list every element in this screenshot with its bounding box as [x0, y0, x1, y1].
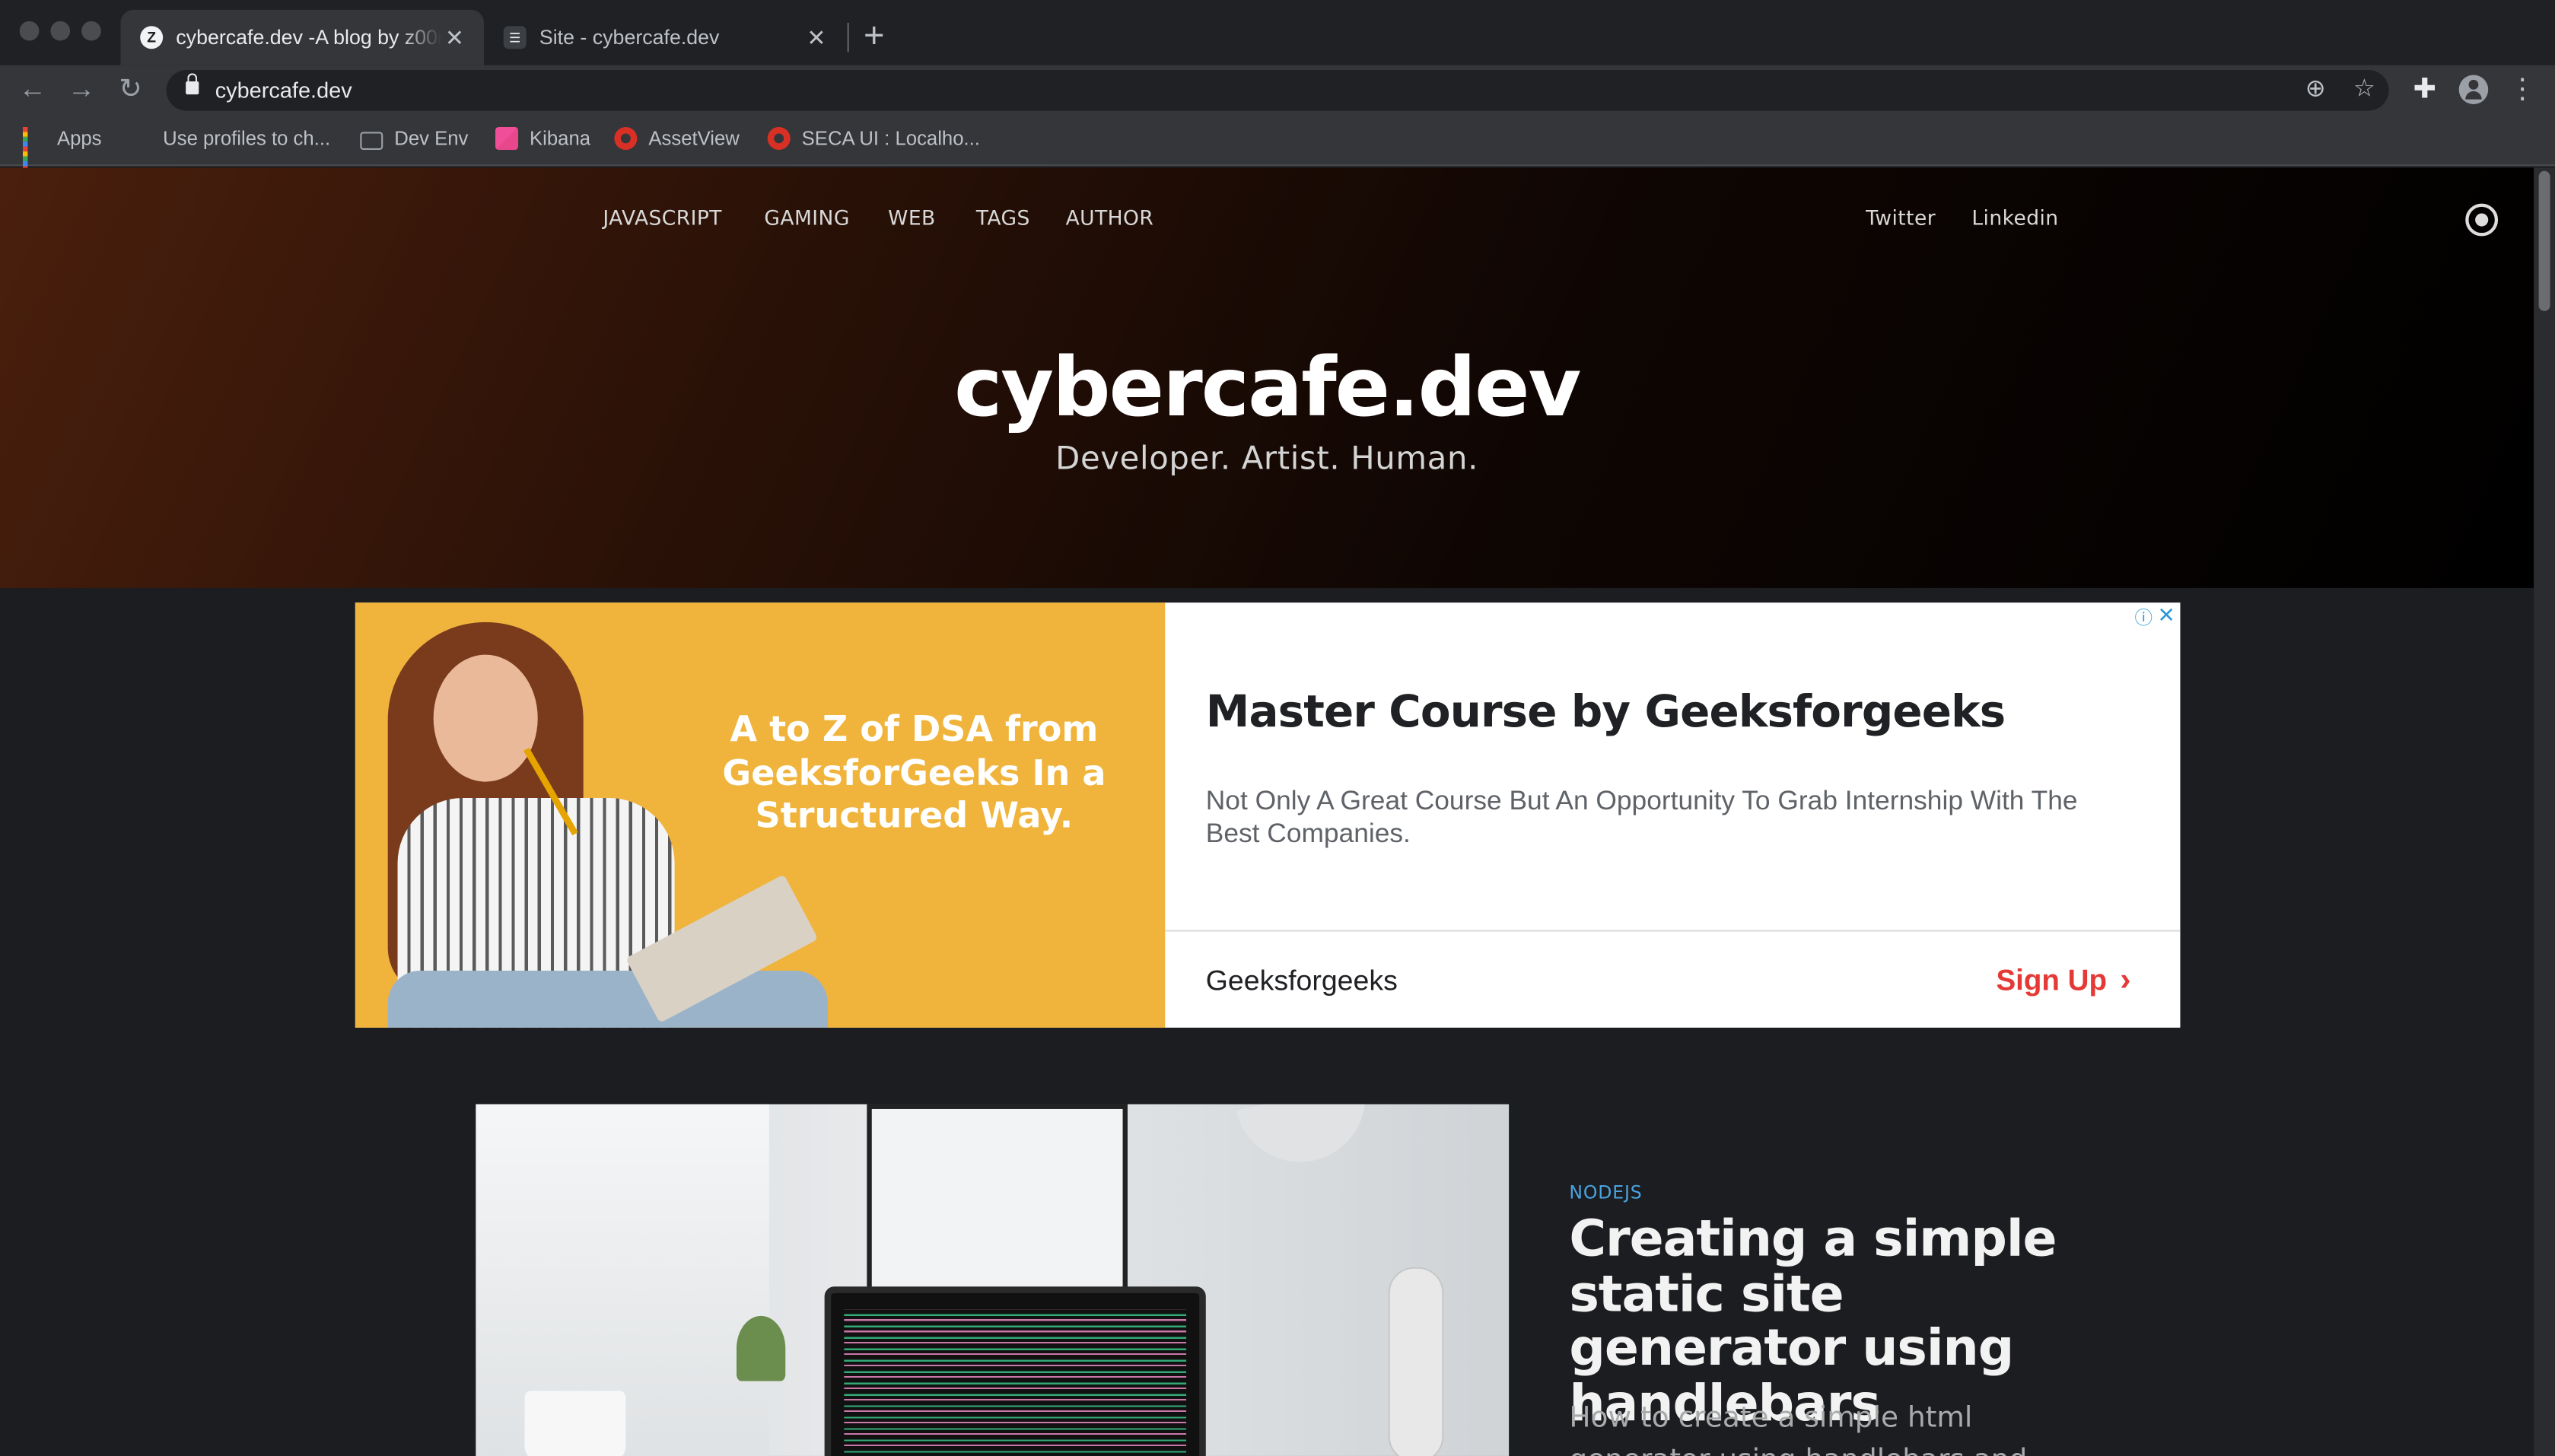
image-lamp — [1236, 1104, 1378, 1175]
address-bar[interactable]: cybercafe.dev ⊕ ☆ — [166, 70, 2389, 111]
nav-gaming[interactable]: GAMING — [764, 205, 849, 230]
profile-avatar-icon[interactable] — [2458, 75, 2489, 105]
ad-headline[interactable]: Master Course by Geeksforgeeks — [1206, 687, 2006, 737]
qualys-shield-icon — [767, 126, 791, 150]
reload-icon[interactable]: ↻ — [114, 73, 147, 106]
folder-icon — [360, 131, 383, 149]
post-excerpt-continued: generator using handlebars and — [1569, 1442, 2041, 1456]
apps-grid-icon — [22, 126, 46, 171]
bookmark-apps[interactable]: Apps — [22, 126, 102, 171]
cybercafe-z-icon: Z — [140, 26, 164, 49]
tab-divider — [847, 22, 849, 52]
advertisement-banner[interactable]: A to Z of DSA from GeeksforGeeks In a St… — [355, 602, 2181, 1028]
back-arrow-icon[interactable]: ← — [16, 73, 49, 106]
image-laptop — [824, 1286, 1206, 1456]
ad-promo-text: A to Z of DSA from GeeksforGeeks In a St… — [722, 710, 1106, 838]
bookmark-label: Apps — [56, 126, 102, 150]
adchoices-info-icon[interactable]: ⓘ — [2134, 604, 2152, 630]
image-monitor — [867, 1104, 1128, 1300]
site-tagline: Developer. Artist. Human. — [1055, 440, 1478, 478]
ad-cta-label: Sign Up — [1996, 964, 2108, 997]
bookmark-assetview[interactable]: AssetView — [614, 126, 740, 150]
kebab-menu-icon[interactable]: ⋮ — [2506, 73, 2539, 106]
tab-title: cybercafe.dev -A blog by z00m — [176, 26, 442, 49]
image-plant — [737, 1315, 786, 1381]
post-featured-image[interactable] — [476, 1104, 1510, 1456]
forward-arrow-icon[interactable]: → — [65, 73, 98, 106]
page-viewport: JAVASCRIPT GAMING WEB TAGS AUTHOR Twitte… — [0, 167, 2534, 1456]
window-minimize-button[interactable] — [50, 21, 71, 41]
nav-linkedin[interactable]: Linkedin — [1971, 205, 2058, 230]
post-category-tag[interactable]: NODEJS — [1569, 1182, 1642, 1203]
ad-divider — [1165, 930, 2181, 932]
bookmark-label: AssetView — [648, 126, 740, 150]
bookmark-label: Kibana — [530, 126, 591, 150]
bookmark-seca-ui[interactable]: SECA UI : Localho... — [767, 126, 980, 150]
scrollbar-thumb[interactable] — [2538, 170, 2550, 311]
url-text[interactable]: cybercafe.dev — [215, 78, 352, 103]
ad-image[interactable]: A to Z of DSA from GeeksforGeeks In a St… — [355, 602, 1166, 1028]
ad-signup-button[interactable]: Sign Up › — [1996, 962, 2130, 1000]
window-maximize-button[interactable] — [81, 21, 101, 41]
window-close-button[interactable] — [19, 21, 40, 41]
qualys-shield-icon — [614, 126, 638, 150]
lock-icon[interactable] — [186, 73, 199, 95]
page-scrollbar[interactable] — [2534, 167, 2555, 1456]
image-code-screen — [844, 1309, 1187, 1456]
apple-icon — [129, 127, 151, 150]
ad-image-face — [433, 654, 538, 782]
tab-title: Site - cybercafe.dev — [539, 26, 720, 49]
close-icon[interactable]: ✕ — [803, 24, 829, 51]
browser-tab-strip: Z cybercafe.dev -A blog by z00m ✕ ☰ Site… — [0, 0, 2555, 65]
nav-web[interactable]: WEB — [888, 205, 936, 230]
bookmark-kibana[interactable]: Kibana — [495, 126, 591, 150]
ad-image-jeans — [387, 970, 828, 1028]
ad-brand-name[interactable]: Geeksforgeeks — [1206, 964, 1398, 998]
bookmark-label: Use profiles to ch... — [163, 126, 331, 150]
bookmark-label: SECA UI : Localho... — [801, 126, 980, 150]
post-excerpt: How to create a simple html — [1569, 1402, 1973, 1435]
browser-toolbar: ← → ↻ cybercafe.dev ⊕ ☆ ✚ ⋮ — [0, 65, 2555, 116]
theme-toggle-icon[interactable] — [2465, 203, 2499, 237]
bookmark-label: Dev Env — [394, 126, 469, 150]
close-icon[interactable]: ✕ — [441, 24, 467, 51]
ad-description: Not Only A Great Course But An Opportuni… — [1205, 787, 2078, 848]
tab-cybercafe-blog[interactable]: Z cybercafe.dev -A blog by z00m ✕ — [120, 9, 485, 65]
nav-tags[interactable]: TAGS — [976, 205, 1030, 230]
close-icon[interactable]: ✕ — [2157, 602, 2175, 628]
bookmark-star-icon[interactable]: ☆ — [2350, 75, 2379, 104]
image-cup — [524, 1391, 626, 1456]
nav-javascript[interactable]: JAVASCRIPT — [603, 205, 722, 230]
nav-twitter[interactable]: Twitter — [1866, 205, 1936, 230]
settings-sliders-icon: ☰ — [503, 26, 527, 49]
site-title[interactable]: cybercafe.dev — [0, 339, 2534, 436]
bookmarks-bar: Apps Use profiles to ch... Dev Env Kiban… — [0, 116, 2555, 171]
bookmark-dev-env[interactable]: Dev Env — [360, 127, 468, 150]
site-header: JAVASCRIPT GAMING WEB TAGS AUTHOR Twitte… — [0, 167, 2534, 588]
nav-author[interactable]: AUTHOR — [1066, 205, 1154, 230]
image-speaker — [1388, 1267, 1444, 1456]
extensions-puzzle-icon[interactable]: ✚ — [2408, 73, 2441, 106]
install-app-icon[interactable]: ⊕ — [2301, 75, 2331, 104]
kibana-icon — [495, 126, 519, 150]
new-tab-button[interactable]: + — [864, 14, 885, 57]
tab-site-settings[interactable]: ☰ Site - cybercafe.dev ✕ — [487, 10, 845, 65]
bookmark-use-profiles[interactable]: Use profiles to ch... — [129, 127, 330, 150]
chevron-right-icon: › — [2120, 962, 2131, 999]
